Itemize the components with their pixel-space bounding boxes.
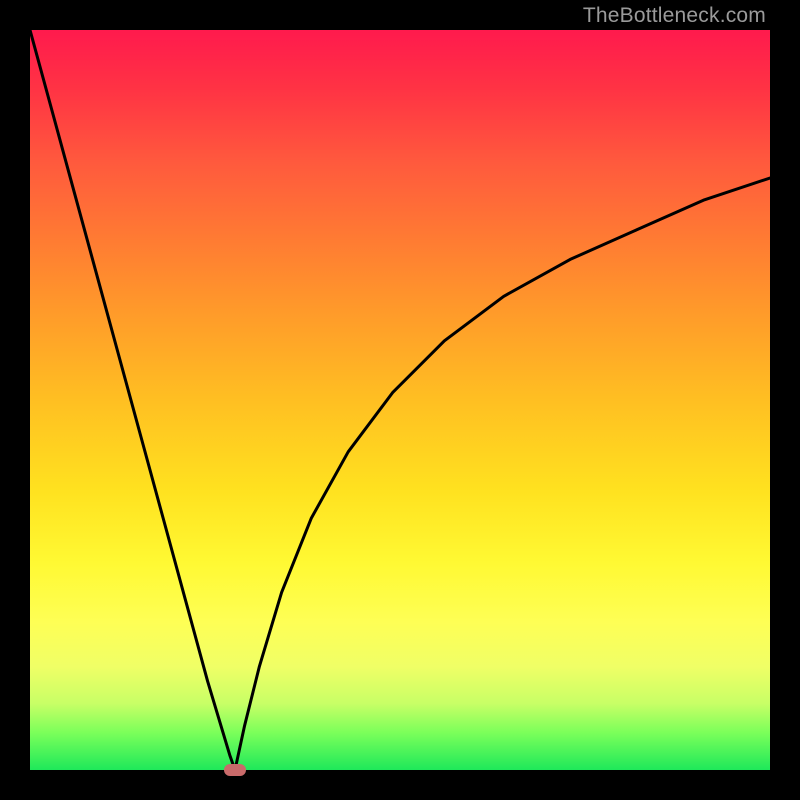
curve-left-branch — [30, 30, 235, 770]
plot-area — [30, 30, 770, 770]
curve-right-branch — [235, 178, 770, 770]
curve-svg — [30, 30, 770, 770]
watermark-text: TheBottleneck.com — [583, 4, 766, 28]
vertex-marker — [224, 764, 246, 776]
chart-frame: TheBottleneck.com — [0, 0, 800, 800]
